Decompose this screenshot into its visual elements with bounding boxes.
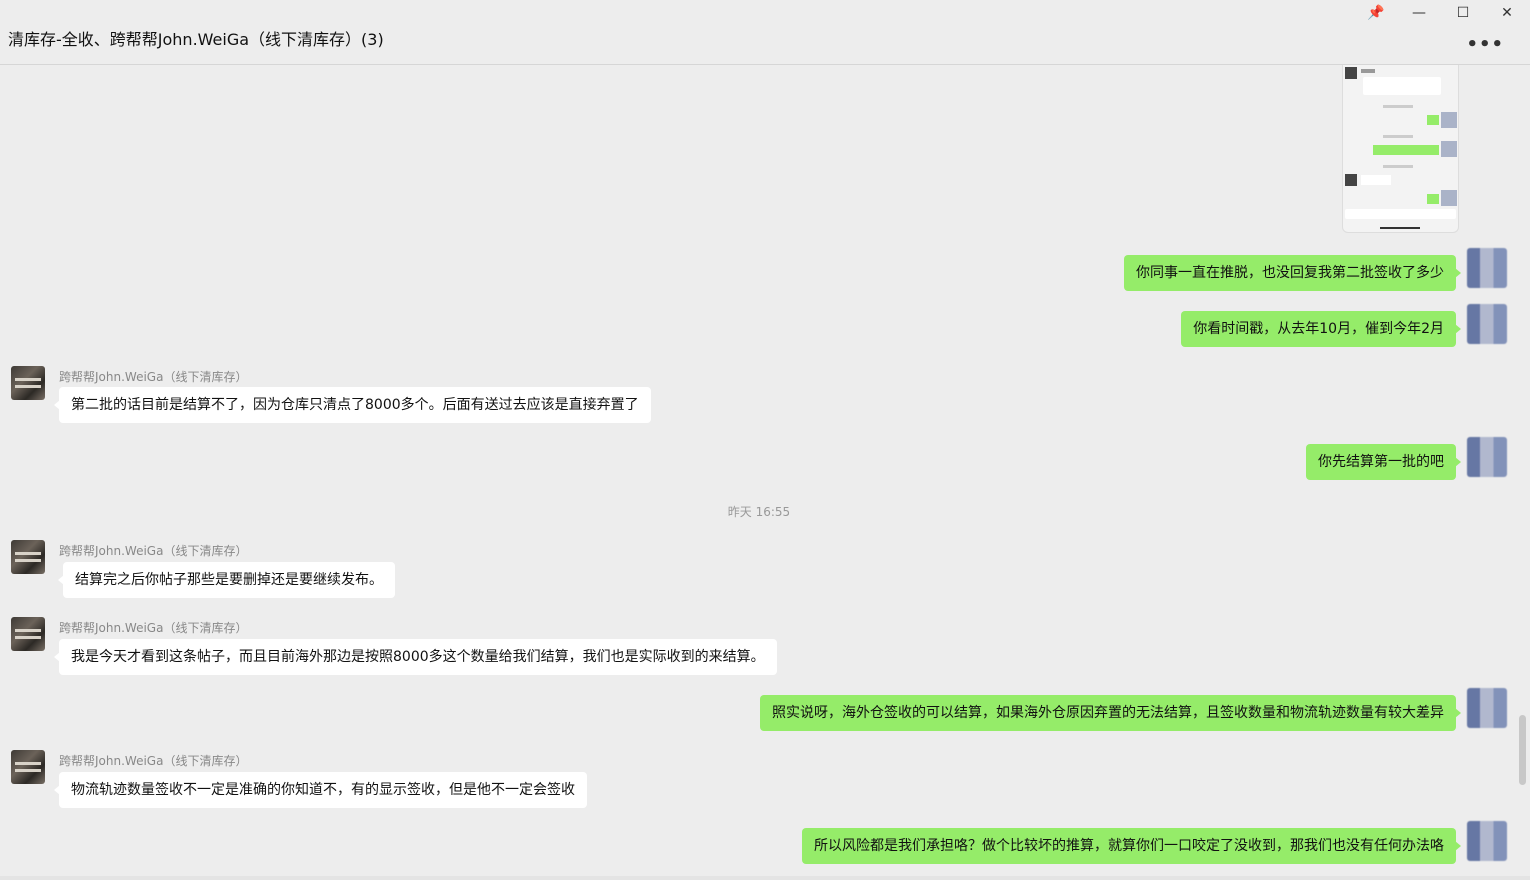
- my-avatar[interactable]: [1467, 304, 1507, 344]
- minimize-button[interactable]: —: [1401, 2, 1437, 24]
- my-message-bubble[interactable]: 你看时间戳，从去年10月，催到今年2月: [1181, 311, 1461, 347]
- my-avatar[interactable]: [1467, 821, 1507, 861]
- chat-title: 清库存-全收、跨帮帮John.WeiGa（线下清库存）(3): [8, 30, 384, 49]
- my-avatar[interactable]: [1467, 437, 1507, 477]
- my-message-bubble[interactable]: 照实说呀，海外仓签收的可以结算，如果海外仓原因弃置的无法结算，且签收数量和物流轨…: [760, 695, 1461, 731]
- contact-avatar[interactable]: [11, 750, 45, 784]
- my-avatar[interactable]: [1467, 248, 1507, 288]
- input-divider: [0, 876, 1530, 880]
- scrollbar-thumb[interactable]: [1519, 715, 1526, 785]
- my-message-bubble[interactable]: 所以风险都是我们承担咯？做个比较坏的推算，就算你们一口咬定了没收到，那我们也没有…: [802, 828, 1461, 864]
- sender-name: 跨帮帮John.WeiGa（线下清库存）: [59, 370, 248, 384]
- contact-avatar[interactable]: [11, 366, 45, 400]
- my-message-bubble[interactable]: 你同事一直在推脱，也没回复我第二批签收了多少: [1124, 255, 1461, 291]
- more-options-icon[interactable]: •••: [1466, 34, 1504, 55]
- close-button[interactable]: ✕: [1489, 2, 1525, 24]
- contact-message-bubble[interactable]: 第二批的话目前是结算不了，因为仓库只清点了8000多个。后面有送过去应该是直接弃…: [54, 387, 651, 423]
- contact-message-bubble[interactable]: 我是今天才看到这条帖子，而且目前海外那边是按照8000多这个数量给我们结算，我们…: [54, 639, 777, 675]
- chat-message-area[interactable]: 你同事一直在推脱，也没回复我第二批签收了多少 你看时间戳，从去年10月，催到今年…: [0, 65, 1530, 880]
- contact-avatar[interactable]: [11, 617, 45, 651]
- my-message-bubble[interactable]: 你先结算第一批的吧: [1306, 444, 1461, 480]
- sender-name: 跨帮帮John.WeiGa（线下清库存）: [59, 544, 248, 558]
- my-avatar[interactable]: [1467, 688, 1507, 728]
- pin-icon[interactable]: 📌: [1358, 2, 1394, 24]
- contact-message-bubble[interactable]: 物流轨迹数量签收不一定是准确的你知道不，有的显示签收，但是他不一定会签收: [54, 772, 587, 808]
- title-bar: 清库存-全收、跨帮帮John.WeiGa（线下清库存）(3) 📌 — ☐ ✕ •…: [0, 0, 1530, 65]
- contact-message-bubble[interactable]: 结算完之后你帖子那些是要删掉还是要继续发布。: [58, 562, 395, 598]
- sender-name: 跨帮帮John.WeiGa（线下清库存）: [59, 621, 248, 635]
- contact-avatar[interactable]: [11, 540, 45, 574]
- shared-screenshot-image[interactable]: [1342, 65, 1459, 233]
- maximize-button[interactable]: ☐: [1445, 2, 1481, 24]
- message-timestamp: 昨天 16:55: [727, 505, 791, 519]
- sender-name: 跨帮帮John.WeiGa（线下清库存）: [59, 754, 248, 768]
